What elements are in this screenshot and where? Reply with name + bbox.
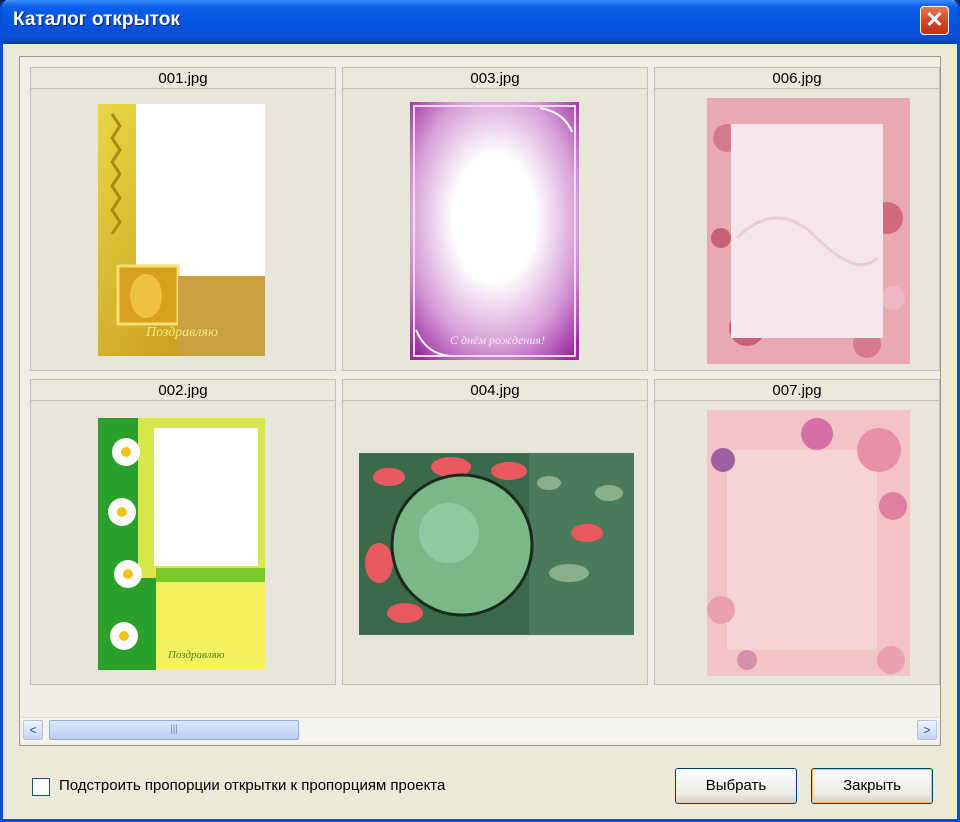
scroll-right-button[interactable]: > [917,720,937,740]
scrollbar-thumb[interactable]: ||| [49,720,299,740]
postcard-item[interactable]: 001.jpg Поздравляю [30,67,336,371]
window-title: Каталог открыток [13,9,180,30]
postcard-item[interactable]: 002.jpg Поздравляю [30,379,336,685]
postcard-grid: 001.jpg Поздравляю 003.jpg С днём рожден… [19,56,941,746]
title-bar[interactable]: Каталог открыток ✕ [3,0,957,44]
close-button[interactable]: Закрыть [811,768,933,804]
close-icon: ✕ [925,7,944,32]
postcard-filename: 003.jpg [343,68,647,89]
scroll-left-button[interactable]: < [23,720,43,740]
postcard-filename: 007.jpg [655,380,939,401]
postcard-filename: 004.jpg [343,380,647,401]
svg-text:Поздравляю: Поздравляю [167,649,225,661]
svg-text:Поздравляю: Поздравляю [145,325,218,340]
chevron-left-icon: < [29,723,37,737]
postcard-item[interactable]: 006.jpg [654,67,940,371]
postcard-thumbnail [707,98,910,364]
svg-text:С днём рождения!: С днём рождения! [450,333,545,347]
postcard-thumbnail [359,453,634,635]
postcard-filename: 001.jpg [31,68,335,89]
fit-proportions-checkbox[interactable] [32,778,50,796]
postcard-thumbnail [707,410,910,676]
grip-icon: ||| [170,724,178,735]
postcard-thumbnail: Поздравляю [98,104,265,356]
fit-proportions-label[interactable]: Подстроить пропорции открытки к пропорци… [59,777,445,794]
chevron-right-icon: > [923,723,931,737]
postcard-filename: 002.jpg [31,380,335,401]
close-window-button[interactable]: ✕ [920,6,949,35]
postcard-item[interactable]: 007.jpg [654,379,940,685]
postcard-catalog-window: Каталог открыток ✕ 001.jpg Поздравляю 00… [0,0,960,822]
postcard-filename: 006.jpg [655,68,939,89]
select-button[interactable]: Выбрать [675,768,797,804]
postcard-thumbnail: С днём рождения! [410,102,579,360]
postcard-thumbnail: Поздравляю [98,418,265,670]
postcard-item[interactable]: 003.jpg С днём рождения! [342,67,648,371]
horizontal-scrollbar[interactable]: < ||| > [21,717,939,743]
postcard-item[interactable]: 004.jpg [342,379,648,685]
